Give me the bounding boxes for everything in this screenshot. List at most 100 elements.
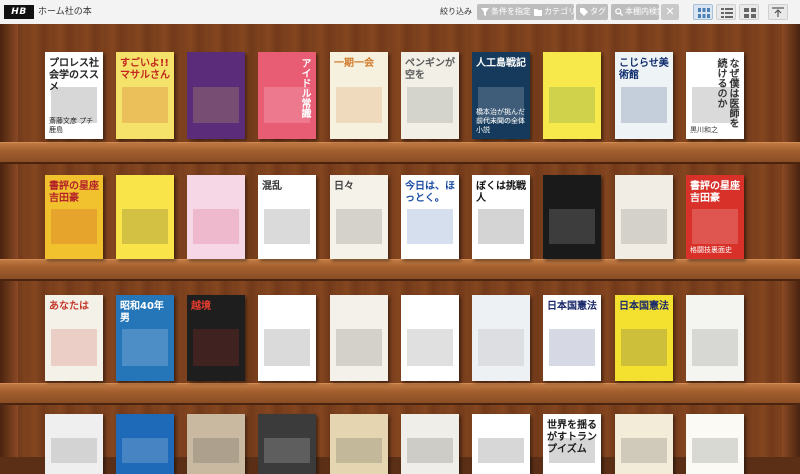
book-cover[interactable]: アイドル常識 bbox=[258, 52, 316, 139]
book-title: 今日は、ほっとく。 bbox=[405, 181, 455, 204]
cover-art bbox=[264, 438, 310, 464]
book-cover[interactable] bbox=[615, 175, 673, 259]
book-cover[interactable] bbox=[330, 295, 388, 381]
book-title: 一期一会 bbox=[334, 58, 374, 69]
cover-art bbox=[193, 329, 239, 366]
cover-art bbox=[621, 86, 667, 124]
shelf-search-label: 本棚内検索 bbox=[625, 7, 659, 16]
scroll-top-button[interactable] bbox=[768, 4, 788, 20]
book-cover[interactable]: 日本国憲法 bbox=[615, 295, 673, 381]
book-cover[interactable]: すごいよ!!マサルさん bbox=[116, 52, 174, 139]
book-cover[interactable]: 一期一会 bbox=[330, 52, 388, 139]
book-cover[interactable]: 日本国憲法 bbox=[543, 295, 601, 381]
book-title: こじらせ美術館 bbox=[619, 58, 669, 81]
cover-art bbox=[621, 438, 667, 464]
tag-filter-button[interactable]: タグ bbox=[576, 4, 608, 20]
book-cover[interactable] bbox=[472, 414, 530, 474]
cover-art bbox=[51, 329, 97, 366]
cover-art bbox=[193, 86, 239, 124]
book-title: プロレス社会学のススメ bbox=[49, 58, 99, 93]
cover-art bbox=[407, 329, 453, 366]
cover-art bbox=[122, 208, 168, 244]
book-cover[interactable]: あなたは bbox=[45, 295, 103, 381]
cover-art bbox=[692, 438, 738, 464]
grid-icon bbox=[698, 8, 710, 18]
book-cover[interactable] bbox=[258, 414, 316, 474]
cover-art bbox=[193, 438, 239, 464]
book-title: アイドル常識 bbox=[299, 58, 310, 118]
cover-art bbox=[336, 208, 382, 244]
book-title: 書評の星座 吉田豪 bbox=[690, 181, 740, 204]
folder-icon bbox=[534, 9, 542, 16]
cover-art bbox=[692, 208, 738, 244]
book-title: すごいよ!!マサルさん bbox=[120, 58, 170, 81]
book-title: ペンギンが空を bbox=[405, 58, 455, 81]
book-cover[interactable]: 人工島戦記 橋本治が挑んだ前代未聞の全体小説 bbox=[472, 52, 530, 139]
clear-filter-button[interactable]: ✕ bbox=[661, 4, 679, 20]
top-bar: HB ホーム社の本 絞り込み 条件を指定 カテゴリ タグ 本棚内検索 ✕ bbox=[0, 0, 800, 25]
book-cover[interactable]: 越境 bbox=[187, 295, 245, 381]
book-cover[interactable] bbox=[543, 175, 601, 259]
book-cover[interactable]: プロレス社会学のススメ 斎藤文彦 プチ鹿島 bbox=[45, 52, 103, 139]
filter-label: 絞り込み bbox=[440, 7, 472, 16]
book-cover[interactable]: ペンギンが空を bbox=[401, 52, 459, 139]
book-cover[interactable] bbox=[686, 295, 744, 381]
book-cover[interactable]: 世界を揺るがすトランプイズム bbox=[543, 414, 601, 474]
cover-art bbox=[407, 208, 453, 244]
book-subtitle: 橋本治が挑んだ前代未聞の全体小説 bbox=[476, 108, 525, 134]
cover-art bbox=[692, 329, 738, 366]
book-cover[interactable]: 書評の星座 吉田豪 bbox=[45, 175, 103, 259]
site-title[interactable]: ホーム社の本 bbox=[38, 0, 92, 24]
book-cover[interactable] bbox=[686, 414, 744, 474]
search-icon bbox=[615, 8, 623, 16]
book-cover[interactable] bbox=[45, 414, 103, 474]
book-cover[interactable] bbox=[401, 295, 459, 381]
book-cover[interactable] bbox=[401, 414, 459, 474]
tag-filter-label: タグ bbox=[590, 7, 606, 16]
book-cover[interactable]: 日々 bbox=[330, 175, 388, 259]
cover-art bbox=[478, 329, 524, 366]
list-view-button[interactable] bbox=[716, 4, 736, 20]
book-title: ぼくは挑戦人 bbox=[476, 181, 526, 204]
cover-art bbox=[51, 208, 97, 244]
book-cover[interactable] bbox=[116, 414, 174, 474]
cover-art bbox=[122, 438, 168, 464]
grid-view-button[interactable] bbox=[693, 4, 713, 20]
book-cover[interactable] bbox=[615, 414, 673, 474]
book-cover[interactable] bbox=[472, 295, 530, 381]
category-filter-button[interactable]: カテゴリ bbox=[530, 4, 574, 20]
book-cover[interactable] bbox=[543, 52, 601, 139]
book-cover[interactable] bbox=[258, 295, 316, 381]
book-cover[interactable]: なぜ僕は医師を続けるのか 黒川和之 bbox=[686, 52, 744, 139]
book-cover[interactable]: こじらせ美術館 bbox=[615, 52, 673, 139]
book-cover[interactable] bbox=[116, 175, 174, 259]
book-cover[interactable]: 昭和40年男 bbox=[116, 295, 174, 381]
tag-icon bbox=[580, 8, 588, 16]
book-cover[interactable]: ぼくは挑戦人 bbox=[472, 175, 530, 259]
cover-art bbox=[621, 208, 667, 244]
category-filter-label: カテゴリ bbox=[544, 7, 574, 16]
cover-art bbox=[51, 438, 97, 464]
book-cover[interactable]: 混乱 bbox=[258, 175, 316, 259]
book-cover[interactable] bbox=[187, 175, 245, 259]
book-cover[interactable]: 今日は、ほっとく。 bbox=[401, 175, 459, 259]
book-cover[interactable] bbox=[187, 414, 245, 474]
book-cover[interactable] bbox=[330, 414, 388, 474]
book-cover[interactable] bbox=[187, 52, 245, 139]
cover-art bbox=[549, 86, 595, 124]
cover-art bbox=[621, 329, 667, 366]
cover-art bbox=[264, 329, 310, 366]
book-subtitle: 黒川和之 bbox=[690, 126, 718, 134]
shelf-plank bbox=[0, 383, 800, 405]
book-cover[interactable]: 書評の星座 吉田豪 格闘技裏面史 bbox=[686, 175, 744, 259]
site-logo[interactable]: HB bbox=[4, 5, 34, 19]
book-title: 昭和40年男 bbox=[120, 301, 164, 324]
cover-art bbox=[122, 86, 168, 124]
cover-art bbox=[407, 86, 453, 124]
shelf-search-button[interactable]: 本棚内検索 bbox=[611, 4, 659, 20]
cover-art bbox=[122, 329, 168, 366]
book-title: 日本国憲法 bbox=[547, 301, 597, 312]
cover-art bbox=[478, 438, 524, 464]
cover-art bbox=[336, 329, 382, 366]
detail-view-button[interactable] bbox=[739, 4, 759, 20]
